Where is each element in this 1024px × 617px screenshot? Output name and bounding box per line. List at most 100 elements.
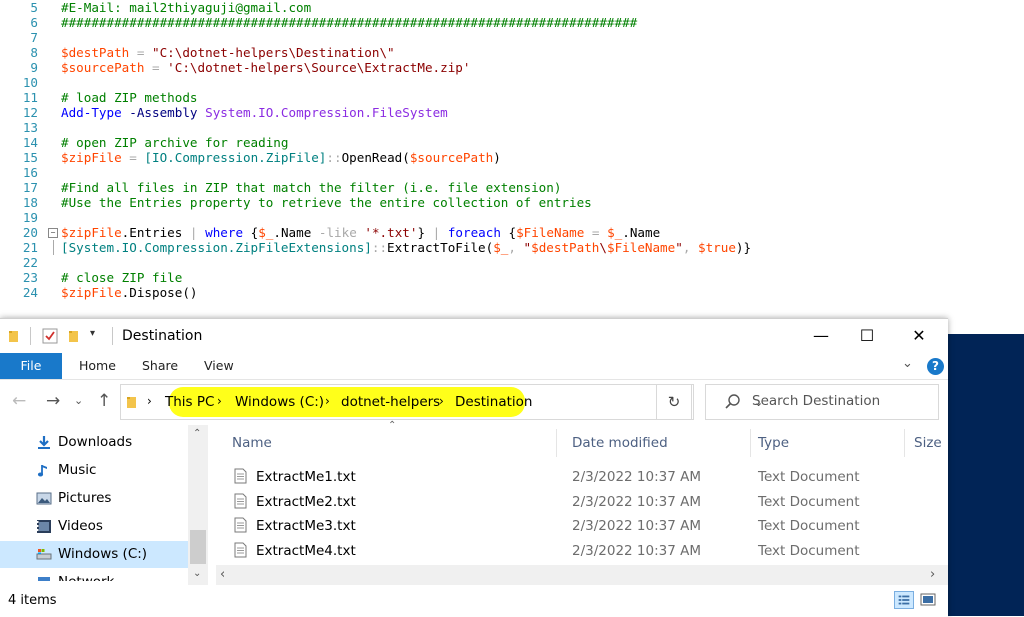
up-arrow-icon[interactable]: ↑ bbox=[97, 391, 111, 411]
code-token: $sourcePath bbox=[409, 150, 494, 165]
file-type: Text Document bbox=[758, 518, 860, 534]
code-token: :: bbox=[326, 150, 342, 165]
code-line[interactable]: 16 bbox=[0, 165, 1024, 180]
code-line[interactable]: 12 Add-Type -Assembly System.IO.Compressi… bbox=[0, 105, 1024, 120]
tab-view[interactable]: View bbox=[204, 353, 234, 379]
sidebar-item-windows-c[interactable]: Windows (C:) bbox=[0, 541, 188, 568]
code-token: #Use the Entries property to retrieve th… bbox=[61, 195, 592, 210]
minimize-button[interactable]: — bbox=[798, 319, 844, 353]
powershell-console-pane[interactable] bbox=[948, 334, 1024, 616]
address-bar[interactable]: › This PC › Windows (C:) › dotnet-helper… bbox=[120, 384, 763, 420]
code-line[interactable]: 6 #######################################… bbox=[0, 15, 1024, 30]
code-text: # load ZIP methods bbox=[61, 90, 197, 105]
column-header-date-modified[interactable]: Date modified bbox=[572, 435, 668, 451]
code-line[interactable]: 18 #Use the Entries property to retrieve … bbox=[0, 195, 1024, 210]
collapse-block-icon[interactable]: − bbox=[48, 228, 58, 238]
code-editor[interactable]: 5 #E-Mail: mail2thiyaguji@gmail.com 6 #####… bbox=[0, 0, 1024, 320]
breadcrumb-this-pc[interactable]: This PC bbox=[165, 394, 214, 410]
code-line[interactable]: 9 $sourcePath = 'C:\dotnet-helpers\Source… bbox=[0, 60, 1024, 75]
text-file-icon bbox=[234, 493, 247, 508]
code-token: = bbox=[129, 45, 152, 60]
breadcrumb-separator-icon[interactable]: › bbox=[325, 394, 330, 408]
code-token: $zipFile bbox=[61, 150, 122, 165]
column-divider[interactable] bbox=[750, 429, 751, 457]
search-box[interactable] bbox=[705, 384, 939, 420]
code-line[interactable]: 17 #Find all files in ZIP that match the … bbox=[0, 180, 1024, 195]
file-row[interactable]: ExtractMe3.txt 2/3/2022 10:37 AM Text Docu… bbox=[216, 514, 916, 538]
search-input[interactable] bbox=[752, 393, 932, 409]
code-line[interactable]: 7 bbox=[0, 30, 1024, 45]
back-arrow-icon[interactable]: ← bbox=[12, 391, 26, 411]
sidebar-item-network[interactable]: Network bbox=[0, 569, 188, 581]
customize-quick-access-icon[interactable]: ▾ bbox=[90, 328, 95, 339]
code-token: [System.IO.Compression.ZipFileExtensions… bbox=[61, 240, 372, 255]
file-type: Text Document bbox=[758, 469, 860, 485]
breadcrumb-windows-c[interactable]: Windows (C:) bbox=[235, 394, 324, 410]
sidebar-item-downloads[interactable]: Downloads bbox=[0, 429, 188, 456]
tab-share[interactable]: Share bbox=[142, 353, 178, 379]
file-row[interactable]: ExtractMe2.txt 2/3/2022 10:37 AM Text Docu… bbox=[216, 490, 916, 514]
scroll-left-chevron-icon[interactable]: ‹ bbox=[220, 567, 225, 582]
sidebar-item-videos[interactable]: Videos bbox=[0, 513, 188, 540]
help-button[interactable]: ? bbox=[927, 358, 944, 375]
file-row[interactable]: ExtractMe4.txt 2/3/2022 10:37 AM Text Docu… bbox=[216, 539, 916, 563]
tab-home[interactable]: Home bbox=[79, 353, 116, 379]
code-token: OpenRead( bbox=[341, 150, 410, 165]
column-header-size[interactable]: Size bbox=[914, 435, 942, 451]
code-token: "C:\dotnet-helpers\Destination\" bbox=[152, 45, 395, 60]
code-token: .Dispose() bbox=[121, 285, 198, 300]
code-line[interactable]: 10 bbox=[0, 75, 1024, 90]
expand-ribbon-chevron-icon[interactable]: ⌄ bbox=[902, 356, 913, 371]
large-icons-view-icon[interactable] bbox=[918, 591, 938, 609]
sidebar-item-pictures[interactable]: Pictures bbox=[0, 485, 188, 512]
file-type: Text Document bbox=[758, 542, 860, 559]
title-bar[interactable]: ▾ Destination — ☐ ✕ bbox=[0, 319, 948, 353]
close-button[interactable]: ✕ bbox=[896, 319, 942, 353]
column-divider[interactable] bbox=[556, 429, 557, 457]
properties-check-icon[interactable] bbox=[42, 328, 58, 344]
code-line[interactable]: 13 bbox=[0, 120, 1024, 135]
column-header-name[interactable]: Name bbox=[232, 435, 272, 451]
breadcrumb-destination[interactable]: Destination bbox=[455, 394, 532, 410]
column-divider[interactable] bbox=[904, 429, 905, 457]
details-view-icon[interactable] bbox=[894, 591, 914, 609]
breadcrumb-separator-icon[interactable]: › bbox=[439, 394, 444, 408]
scroll-down-chevron-icon[interactable]: ⌄ bbox=[193, 568, 201, 579]
code-token: foreach bbox=[447, 225, 501, 240]
code-token: ########################################… bbox=[61, 15, 638, 30]
tab-file[interactable]: File bbox=[0, 353, 62, 379]
code-line[interactable]: 23 # close ZIP file bbox=[0, 270, 1024, 285]
forward-arrow-icon[interactable]: → bbox=[46, 391, 60, 411]
sidebar-item-music[interactable]: Music bbox=[0, 457, 188, 484]
refresh-button[interactable]: ↻ bbox=[656, 384, 692, 420]
code-line[interactable]: 11 # load ZIP methods bbox=[0, 90, 1024, 105]
code-line[interactable]: 19 bbox=[0, 210, 1024, 225]
code-line[interactable]: 5 #E-Mail: mail2thiyaguji@gmail.com bbox=[0, 0, 1024, 15]
breadcrumb-dotnet-helpers[interactable]: dotnet-helpers bbox=[341, 394, 440, 410]
file-row[interactable]: ExtractMe1.txt 2/3/2022 10:37 AM Text Docu… bbox=[216, 465, 916, 489]
code-line[interactable]: 22 bbox=[0, 255, 1024, 270]
code-token: \ bbox=[599, 240, 607, 255]
code-line[interactable]: 15 $zipFile = [IO.Compression.ZipFile]::O… bbox=[0, 150, 1024, 165]
scroll-up-chevron-icon[interactable]: ⌃ bbox=[193, 428, 201, 439]
code-line[interactable]: 21 [System.IO.Compression.ZipFileExtensio… bbox=[0, 240, 1024, 255]
breadcrumb-separator-icon[interactable]: › bbox=[147, 394, 152, 408]
file-name: ExtractMe2.txt bbox=[256, 493, 356, 510]
code-line[interactable]: 20− $zipFile.Entries | where {$_.Name -li… bbox=[0, 225, 1024, 240]
column-header-type[interactable]: Type bbox=[758, 435, 789, 451]
breadcrumb-separator-icon[interactable]: › bbox=[217, 394, 222, 408]
code-text: Add-Type -Assembly System.IO.Compression… bbox=[61, 105, 448, 120]
maximize-button[interactable]: ☐ bbox=[844, 319, 890, 353]
code-line[interactable]: 14 # open ZIP archive for reading bbox=[0, 135, 1024, 150]
fold-guide-line bbox=[53, 240, 54, 255]
nav-scrollbar-thumb[interactable] bbox=[190, 530, 206, 564]
new-folder-icon[interactable] bbox=[68, 329, 80, 343]
code-text: [System.IO.Compression.ZipFileExtensions… bbox=[61, 240, 751, 255]
code-line[interactable]: 8 $destPath = "C:\dotnet-helpers\Destinat… bbox=[0, 45, 1024, 60]
code-line[interactable]: 24 $zipFile.Dispose() bbox=[0, 285, 1024, 300]
recent-locations-chevron-icon[interactable]: ⌄ bbox=[74, 394, 83, 407]
search-icon bbox=[725, 394, 740, 409]
code-token: #Find all files in ZIP that match the fi… bbox=[61, 180, 562, 195]
scroll-right-chevron-icon[interactable]: › bbox=[930, 567, 935, 582]
horizontal-scrollbar[interactable]: ‹ › bbox=[216, 565, 948, 585]
